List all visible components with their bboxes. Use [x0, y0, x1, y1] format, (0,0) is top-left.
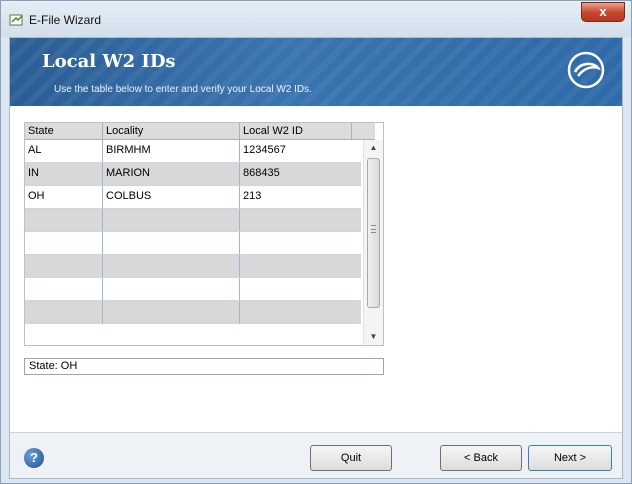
banner-decoration [10, 38, 622, 106]
locality-cell[interactable]: BIRMHM [103, 140, 240, 162]
local-w2-id-cell[interactable] [240, 232, 352, 254]
swirl-logo-icon [567, 51, 605, 89]
table-row[interactable] [25, 255, 361, 278]
header-banner: Local W2 IDs Use the table below to ente… [10, 38, 622, 106]
table-row[interactable]: OH COLBUS 213 [25, 186, 361, 209]
scroll-up-icon[interactable]: ▲ [364, 140, 383, 156]
wizard-content: Local W2 IDs Use the table below to ente… [9, 37, 623, 479]
page-title: Local W2 IDs [42, 51, 176, 72]
column-header-state[interactable]: State [25, 123, 103, 140]
wizard-footer: ? Quit < Back Next > [10, 432, 622, 478]
back-button[interactable]: < Back [440, 445, 522, 471]
table-body: AL BIRMHM 1234567 IN MARION 868435 OH CO… [25, 140, 361, 324]
state-cell[interactable] [25, 232, 103, 254]
local-w2-id-cell[interactable] [240, 209, 352, 231]
table-row[interactable] [25, 301, 361, 324]
next-button[interactable]: Next > [528, 445, 612, 471]
local-w2-id-cell[interactable]: 1234567 [240, 140, 352, 162]
local-w2-id-cell[interactable]: 213 [240, 186, 352, 208]
locality-cell[interactable] [103, 232, 240, 254]
local-w2-id-cell[interactable] [240, 301, 352, 323]
table-row[interactable] [25, 278, 361, 301]
locality-cell[interactable]: MARION [103, 163, 240, 185]
scroll-down-icon[interactable]: ▼ [364, 329, 383, 345]
state-cell[interactable] [25, 209, 103, 231]
title-bar: E-File Wizard x [1, 1, 631, 37]
help-icon[interactable]: ? [24, 448, 44, 468]
table-row[interactable]: IN MARION 868435 [25, 163, 361, 186]
quit-button[interactable]: Quit [310, 445, 392, 471]
column-header-locality[interactable]: Locality [103, 123, 240, 140]
state-cell[interactable] [25, 301, 103, 323]
state-cell[interactable] [25, 278, 103, 300]
table-header: State Locality Local W2 ID [25, 123, 375, 140]
locality-cell[interactable] [103, 209, 240, 231]
page-subtitle: Use the table below to enter and verify … [54, 84, 312, 95]
vertical-scrollbar[interactable]: ▲ ▼ [363, 140, 383, 345]
grip-icon [371, 225, 376, 233]
local-w2-id-cell[interactable] [240, 278, 352, 300]
window-title: E-File Wizard [29, 13, 102, 27]
status-field: State: OH [24, 358, 384, 375]
table-row[interactable] [25, 232, 361, 255]
locality-cell[interactable] [103, 301, 240, 323]
table-row[interactable] [25, 209, 361, 232]
scrollbar-thumb[interactable] [367, 158, 380, 308]
table-row[interactable]: AL BIRMHM 1234567 [25, 140, 361, 163]
column-header-local-w2-id[interactable]: Local W2 ID [240, 123, 352, 140]
state-cell[interactable]: OH [25, 186, 103, 208]
close-button[interactable]: x [581, 2, 625, 22]
local-w2-id-cell[interactable] [240, 255, 352, 277]
e-file-wizard-window: E-File Wizard x Local W2 IDs Use the tab… [0, 0, 632, 484]
state-cell[interactable] [25, 255, 103, 277]
state-cell[interactable]: IN [25, 163, 103, 185]
local-w2-table: State Locality Local W2 ID AL BIRMHM 123… [24, 122, 384, 346]
app-icon [9, 14, 23, 26]
locality-cell[interactable] [103, 255, 240, 277]
locality-cell[interactable]: COLBUS [103, 186, 240, 208]
state-cell[interactable]: AL [25, 140, 103, 162]
local-w2-id-cell[interactable]: 868435 [240, 163, 352, 185]
locality-cell[interactable] [103, 278, 240, 300]
